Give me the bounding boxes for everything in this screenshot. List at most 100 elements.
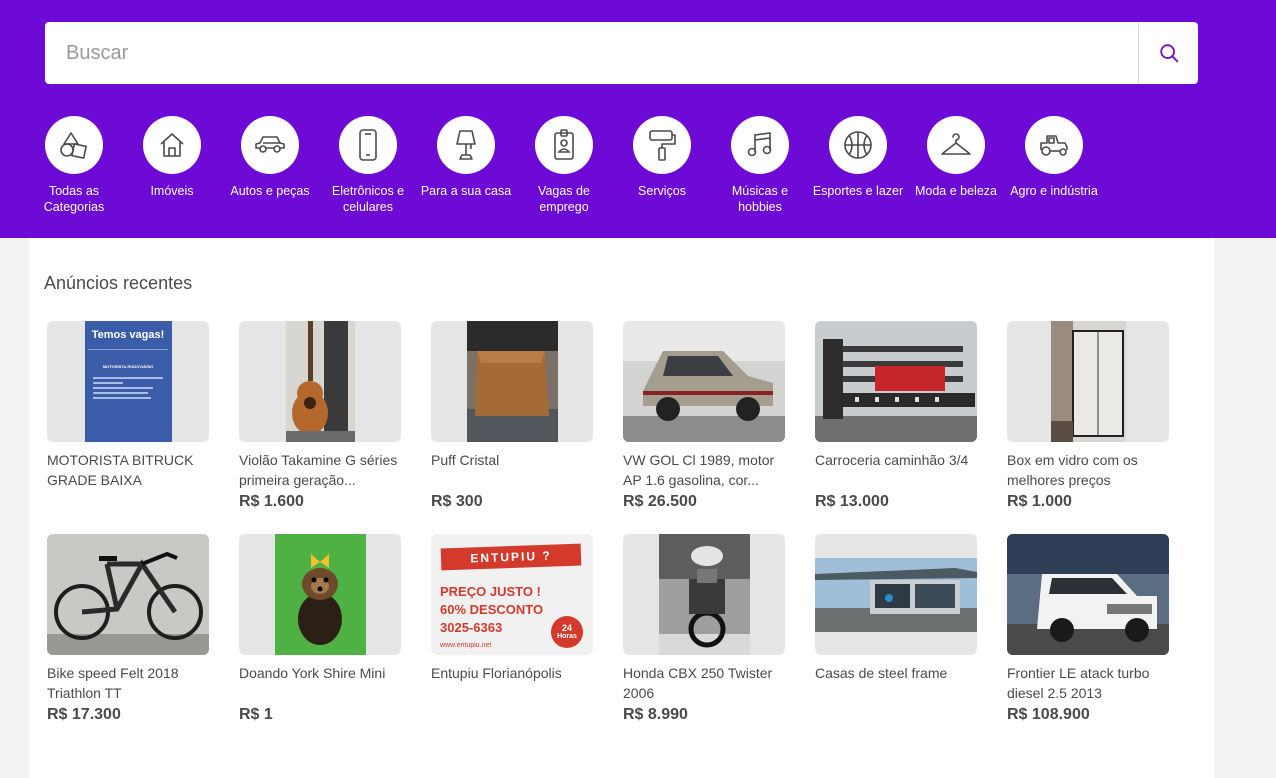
category-label: Moda e beleza <box>914 184 997 198</box>
ad-title: Violão Takamine G séries primeira geraçã… <box>239 452 398 488</box>
shapes-icon <box>60 132 87 159</box>
pickup-photo <box>1007 534 1169 655</box>
ad-title: Entupiu Florianópolis <box>431 665 562 681</box>
category-servicos[interactable]: Serviços <box>613 116 711 215</box>
thumb-headline: Temos vagas! <box>91 329 165 341</box>
hanger-icon <box>941 133 971 155</box>
ad-thumbnail <box>47 534 209 655</box>
category-icon-circle <box>45 116 103 174</box>
ad-card[interactable]: Doando York Shire Mini R$ 1 <box>239 534 401 724</box>
motorcycle-photo <box>658 534 750 655</box>
bike-photo <box>47 534 209 655</box>
search-input[interactable] <box>45 22 1138 84</box>
puff-photo <box>466 321 558 442</box>
category-musicas[interactable]: Músicas e hobbies <box>711 116 809 215</box>
ad-card[interactable]: Carroceria caminhão 3/4 R$ 13.000 <box>815 321 977 511</box>
category-label: Autos e peças <box>230 184 310 198</box>
category-icon-circle <box>731 116 789 174</box>
category-icon-circle <box>535 116 593 174</box>
basketball-icon <box>844 131 872 159</box>
puppy-photo <box>274 534 366 655</box>
ad-thumbnail <box>623 321 785 442</box>
thumb-subline: MOTORISTA RODOVIÁRIO <box>102 364 154 369</box>
category-icon-circle <box>1025 116 1083 174</box>
phone-icon <box>359 129 377 161</box>
badge-number: 24 <box>561 622 572 633</box>
search-bar <box>45 22 1198 84</box>
category-nav: Todas as Categorias Imóveis Autos e peça… <box>25 116 1103 215</box>
ad-price: R$ 8.990 <box>623 706 688 723</box>
category-label: Para a sua casa <box>420 184 512 198</box>
category-icon-circle <box>339 116 397 174</box>
category-vagas[interactable]: Vagas de emprego <box>515 116 613 215</box>
badge-icon <box>554 129 574 160</box>
header: Todas as Categorias Imóveis Autos e peça… <box>0 0 1276 238</box>
ad-title: Box em vidro com os melhores preços <box>1007 452 1138 488</box>
section-title: Anúncios recentes <box>44 273 193 293</box>
ad-price: R$ 300 <box>431 493 483 510</box>
ad-title: MOTORISTA BITRUCK GRADE BAIXA <box>47 452 194 488</box>
ad-card[interactable]: Honda CBX 250 Twister 2006 R$ 8.990 <box>623 534 785 724</box>
ad-card[interactable]: ENTUPIU ? PREÇO JUSTO ! 60% DESCONTO 302… <box>431 534 593 706</box>
ad-thumbnail <box>1007 321 1169 442</box>
ad-card[interactable]: VW GOL Cl 1989, motor AP 1.6 gasolina, c… <box>623 321 785 511</box>
ad-thumbnail <box>239 534 401 655</box>
ad-thumbnail <box>1007 534 1169 655</box>
ad-price: R$ 13.000 <box>815 493 889 510</box>
ad-title: Frontier LE atack turbo diesel 2.5 2013 <box>1007 665 1150 701</box>
ad-thumbnail: ENTUPIU ? PREÇO JUSTO ! 60% DESCONTO 302… <box>431 534 593 655</box>
thumb-line1: PREÇO JUSTO ! <box>440 584 541 599</box>
ad-price: R$ 26.500 <box>623 493 697 510</box>
ad-title: Bike speed Felt 2018 Triathlon TT <box>47 665 179 701</box>
ad-price: R$ 108.900 <box>1007 706 1090 723</box>
category-label: Serviços <box>638 184 686 198</box>
ad-card[interactable]: Puff Cristal R$ 300 <box>431 321 593 511</box>
category-icon-circle <box>829 116 887 174</box>
category-label: Eletrônicos e celulares <box>331 184 405 214</box>
thumb-phone: 3025-6363 <box>440 620 503 635</box>
category-icon-circle <box>927 116 985 174</box>
thumb-line2: 60% DESCONTO <box>440 602 544 617</box>
ad-card[interactable]: Violão Takamine G séries primeira geraçã… <box>239 321 401 511</box>
ad-title: VW GOL Cl 1989, motor AP 1.6 gasolina, c… <box>623 452 775 488</box>
category-icon-circle <box>241 116 299 174</box>
search-button[interactable] <box>1138 22 1198 84</box>
category-label: Agro e indústria <box>1010 184 1098 198</box>
ad-price: R$ 1.600 <box>239 493 304 510</box>
ad-card[interactable]: Box em vidro com os melhores preços R$ 1… <box>1007 321 1169 511</box>
ad-title: Doando York Shire Mini <box>239 665 386 681</box>
ad-card[interactable]: Bike speed Felt 2018 Triathlon TT R$ 17.… <box>47 534 209 724</box>
category-label: Imóveis <box>150 184 194 198</box>
hours-badge: 24 Horas <box>551 616 583 648</box>
category-label: Esportes e lazer <box>812 184 904 198</box>
ad-card[interactable]: Casas de steel frame <box>815 534 977 706</box>
ad-price: R$ 1.000 <box>1007 493 1072 510</box>
category-eletronicos[interactable]: Eletrônicos e celulares <box>319 116 417 215</box>
tractor-icon <box>1040 135 1068 156</box>
badge-unit: Horas <box>557 632 577 640</box>
category-label: Todas as Categorias <box>43 184 105 214</box>
ad-thumbnail <box>431 321 593 442</box>
ad-title: Carroceria caminhão 3/4 <box>815 452 969 468</box>
main-content: Anúncios recentes Temos vagas! MOTORISTA… <box>29 238 1214 778</box>
category-todas[interactable]: Todas as Categorias <box>25 116 123 215</box>
ad-card[interactable]: Temos vagas! MOTORISTA RODOVIÁRIO MOTORI… <box>47 321 209 493</box>
ad-title: Casas de steel frame <box>815 665 948 681</box>
category-agro[interactable]: Agro e indústria <box>1005 116 1103 215</box>
paint-roller-icon <box>649 130 676 161</box>
category-esportes[interactable]: Esportes e lazer <box>809 116 907 215</box>
category-icon-circle <box>437 116 495 174</box>
ad-card[interactable]: Frontier LE atack turbo diesel 2.5 2013 … <box>1007 534 1169 724</box>
truck-photo <box>815 321 977 442</box>
ad-price: R$ 17.300 <box>47 706 121 723</box>
ad-price: R$ 1 <box>239 706 273 723</box>
ad-thumbnail: Temos vagas! MOTORISTA RODOVIÁRIO <box>47 321 209 442</box>
shower-box-photo <box>1050 321 1126 442</box>
category-casa[interactable]: Para a sua casa <box>417 116 515 215</box>
category-autos[interactable]: Autos e peças <box>221 116 319 215</box>
category-moda[interactable]: Moda e beleza <box>907 116 1005 215</box>
house-icon <box>160 133 184 157</box>
category-imoveis[interactable]: Imóveis <box>123 116 221 215</box>
ad-title: Honda CBX 250 Twister 2006 <box>623 665 773 701</box>
ad-thumbnail <box>239 321 401 442</box>
